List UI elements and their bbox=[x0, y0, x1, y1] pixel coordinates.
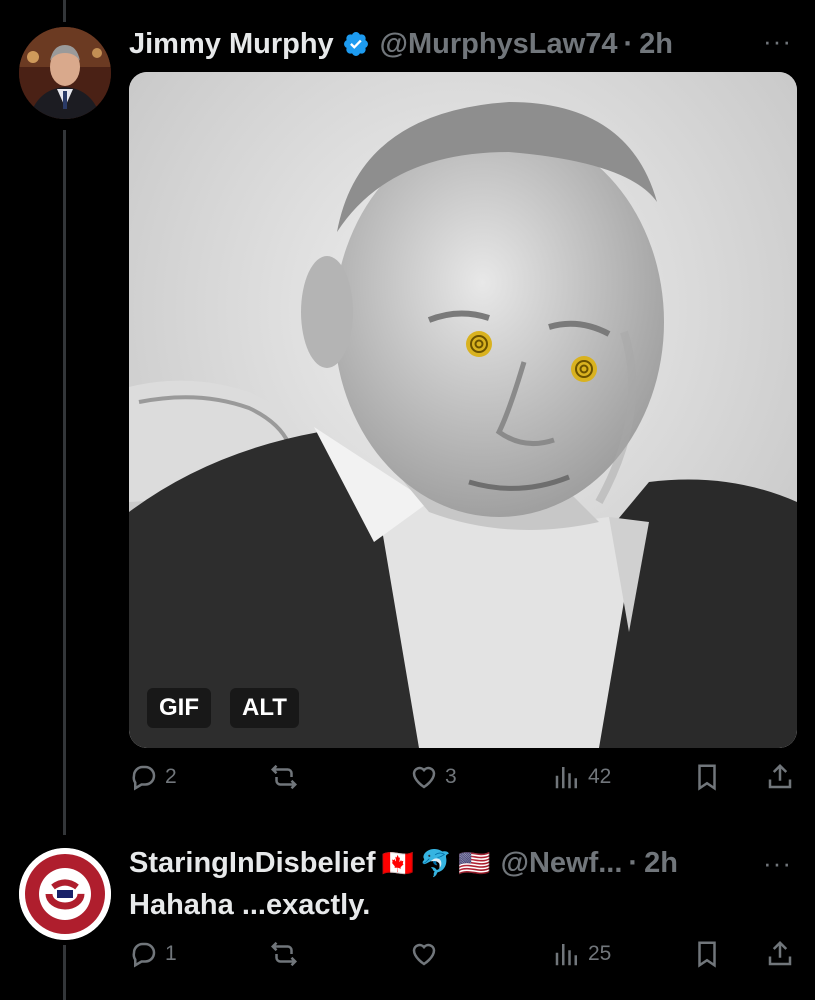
reply-author-name[interactable]: StaringInDisbelief bbox=[129, 847, 376, 880]
time-separator: · bbox=[623, 27, 634, 60]
reply-views-button[interactable]: 25 bbox=[552, 939, 611, 969]
canada-flag-emoji: 🇨🇦 bbox=[381, 847, 414, 878]
canadiens-logo-icon bbox=[19, 848, 111, 940]
reply-time[interactable]: 2h bbox=[644, 847, 678, 880]
views-button[interactable]: 42 bbox=[552, 762, 611, 792]
reply-reply-button[interactable]: 1 bbox=[129, 939, 177, 969]
reply-text: Hahaha ...exactly. bbox=[129, 889, 371, 921]
views-icon bbox=[555, 944, 577, 966]
gif-image bbox=[129, 72, 797, 748]
reply-icon bbox=[132, 942, 156, 968]
thread-line-top bbox=[63, 0, 66, 22]
heart-icon bbox=[412, 943, 436, 966]
like-button[interactable]: 3 bbox=[409, 762, 457, 792]
reply-header: StaringInDisbelief 🇨🇦 🐬 🇺🇸 @Newf... · 2h bbox=[129, 843, 678, 883]
like-count: 3 bbox=[445, 765, 457, 788]
more-options-icon[interactable]: ··· bbox=[763, 26, 792, 57]
retweet-button[interactable] bbox=[269, 762, 305, 792]
tweet-actions: 2 3 42 bbox=[129, 762, 797, 802]
retweet-icon bbox=[270, 764, 298, 790]
heart-icon bbox=[412, 766, 436, 789]
reply-button[interactable]: 2 bbox=[129, 762, 177, 792]
views-icon bbox=[555, 767, 577, 789]
author-name[interactable]: Jimmy Murphy bbox=[129, 28, 334, 61]
share-icon bbox=[768, 763, 792, 789]
author-handle[interactable]: @MurphysLaw74 bbox=[380, 28, 618, 61]
reply-views-count: 25 bbox=[588, 942, 612, 965]
alt-text-button[interactable]: ALT bbox=[230, 688, 299, 728]
reply-reply-count: 1 bbox=[165, 942, 177, 965]
bookmark-button[interactable] bbox=[692, 762, 722, 792]
reply-retweet-button[interactable] bbox=[269, 939, 305, 969]
reply-author-handle[interactable]: @Newf... bbox=[501, 847, 623, 880]
reply-like-button[interactable] bbox=[409, 939, 445, 969]
author-avatar[interactable] bbox=[19, 27, 111, 119]
share-icon bbox=[768, 940, 792, 966]
tweet-header: Jimmy Murphy @MurphysLaw74 · 2h bbox=[129, 24, 673, 64]
dolphin-emoji: 🐬 bbox=[419, 847, 453, 878]
reply-actions: 1 25 bbox=[129, 939, 797, 979]
reply-icon bbox=[132, 765, 156, 791]
thread-connector-line bbox=[63, 130, 66, 835]
tweet-media-gif[interactable] bbox=[129, 72, 797, 748]
reply-bookmark-button[interactable] bbox=[692, 939, 722, 969]
reply-time-separator: · bbox=[628, 846, 639, 879]
usa-flag-emoji: 🇺🇸 bbox=[458, 847, 491, 878]
reply-share-button[interactable] bbox=[765, 939, 795, 969]
verified-badge-icon bbox=[342, 30, 370, 58]
thread-line-bottom bbox=[63, 945, 66, 1000]
reply-more-options-icon[interactable]: ··· bbox=[763, 848, 792, 879]
bookmark-icon bbox=[698, 941, 716, 968]
avatar-photo bbox=[19, 27, 111, 119]
reply-count: 2 bbox=[165, 765, 177, 788]
tweet-time[interactable]: 2h bbox=[639, 28, 673, 61]
gif-badge[interactable]: GIF bbox=[147, 688, 211, 728]
bookmark-icon bbox=[698, 764, 716, 791]
share-button[interactable] bbox=[765, 762, 795, 792]
views-count: 42 bbox=[588, 765, 612, 788]
retweet-icon bbox=[270, 941, 298, 967]
reply-author-avatar[interactable] bbox=[19, 848, 111, 940]
